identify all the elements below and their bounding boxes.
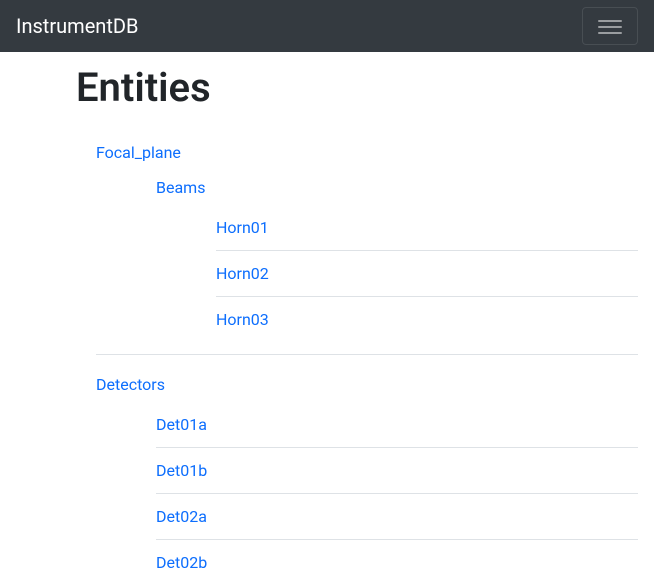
tree-node-beams: Beams Horn01 Horn02 Horn03 (156, 170, 638, 342)
tree-node-det01b: Det01b (156, 448, 638, 494)
tree-node-det02a: Det02a (156, 494, 638, 540)
link-beams[interactable]: Beams (156, 170, 638, 205)
link-detectors[interactable]: Detectors (96, 367, 638, 402)
hamburger-icon (598, 16, 622, 36)
tree-node-horn01: Horn01 (216, 205, 638, 251)
navbar-brand[interactable]: InstrumentDB (16, 14, 138, 38)
link-focal-plane[interactable]: Focal_plane (96, 135, 638, 170)
link-horn02[interactable]: Horn02 (216, 251, 638, 296)
navbar: InstrumentDB (0, 0, 654, 52)
navbar-toggler[interactable] (582, 7, 638, 45)
main-container: Entities Focal_plane Beams Horn01 Horn02 (0, 64, 654, 585)
link-det02a[interactable]: Det02a (156, 494, 638, 539)
link-horn03[interactable]: Horn03 (216, 297, 638, 342)
group-separator (96, 354, 638, 355)
page-title: Entities (76, 64, 638, 111)
tree-node-focal-plane: Focal_plane Beams Horn01 Horn02 Horn03 (76, 135, 638, 355)
link-det01b[interactable]: Det01b (156, 448, 638, 493)
tree-node-horn02: Horn02 (216, 251, 638, 297)
link-det02b[interactable]: Det02b (156, 540, 638, 585)
link-horn01[interactable]: Horn01 (216, 205, 638, 250)
tree-node-det02b: Det02b (156, 540, 638, 585)
tree-node-detectors: Detectors Det01a Det01b Det02a Det02b (76, 367, 638, 585)
tree-node-horn03: Horn03 (216, 297, 638, 342)
link-det01a[interactable]: Det01a (156, 402, 638, 447)
tree-node-det01a: Det01a (156, 402, 638, 448)
entity-tree: Focal_plane Beams Horn01 Horn02 Horn03 (76, 135, 638, 585)
